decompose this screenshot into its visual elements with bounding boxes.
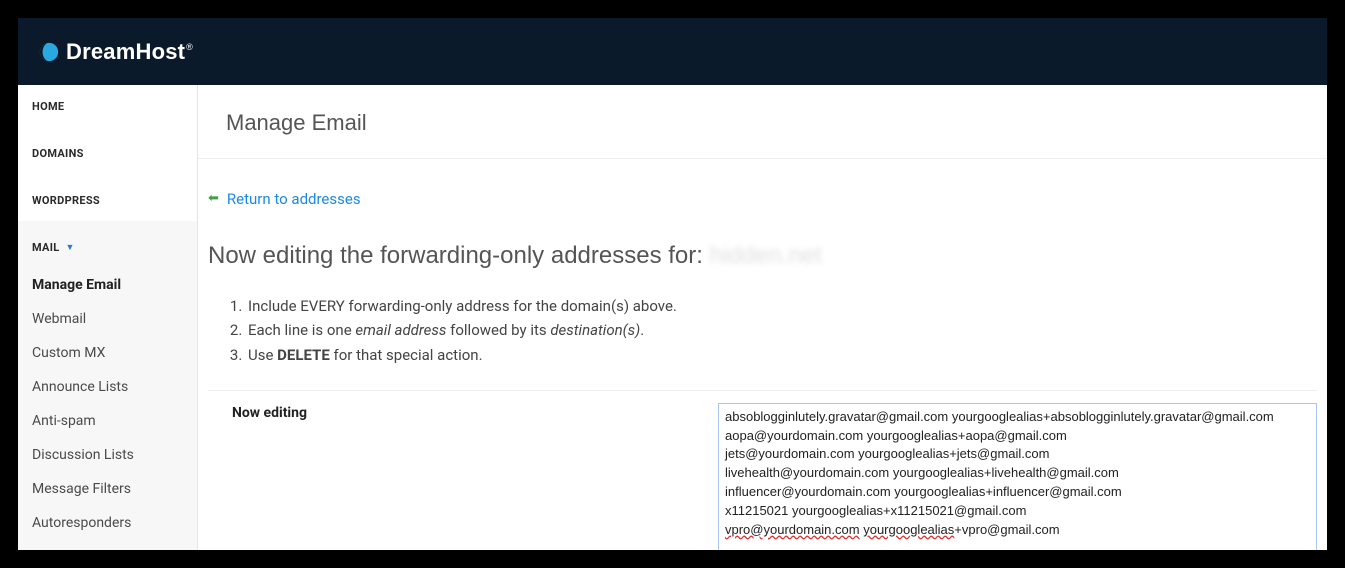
moon-icon — [38, 41, 60, 63]
sidebar-item-message-filters[interactable]: Message Filters — [18, 472, 197, 506]
topbar: DreamHost® — [18, 18, 1327, 85]
sidebar-item-autoresponders[interactable]: Autoresponders — [18, 506, 197, 540]
instruction-item: Each line is one email address followed … — [246, 318, 1317, 343]
sidebar-head-home[interactable]: HOME — [18, 85, 197, 127]
instructions-list: Include EVERY forwarding-only address fo… — [246, 294, 1317, 368]
sidebar-head-wordpress[interactable]: WORDPRESS — [18, 174, 197, 221]
sidebar-item-anti-spam[interactable]: Anti-spam — [18, 404, 197, 438]
page-title: Manage Email — [198, 85, 1327, 159]
sidebar-item-discussion-lists[interactable]: Discussion Lists — [18, 438, 197, 472]
sidebar: HOME DOMAINS WORDPRESS MAIL ▼ Manage Ema… — [18, 85, 198, 550]
domain-blurred: hidden.net — [710, 242, 822, 270]
sidebar-head-mail[interactable]: MAIL ▼ — [18, 221, 197, 268]
brand-logo[interactable]: DreamHost® — [38, 39, 193, 65]
now-editing-label: Now editing — [208, 403, 718, 550]
forwarding-textarea[interactable]: absoblogginlutely.gravatar@gmail.com you… — [718, 403, 1317, 550]
return-link[interactable]: ⬅ Return to addresses — [208, 190, 361, 208]
return-link-text: Return to addresses — [227, 190, 361, 208]
sidebar-item-manage-email[interactable]: Manage Email — [18, 268, 197, 302]
instruction-item: Use DELETE for that special action. — [246, 343, 1317, 368]
sidebar-item-announce-lists[interactable]: Announce Lists — [18, 370, 197, 404]
sidebar-item-webmail[interactable]: Webmail — [18, 302, 197, 336]
main-content: Manage Email ⬅ Return to addresses Now e… — [198, 85, 1327, 550]
sidebar-item-custom-mx[interactable]: Custom MX — [18, 336, 197, 370]
sidebar-head-domains[interactable]: DOMAINS — [18, 127, 197, 174]
arrow-left-icon: ⬅ — [208, 191, 219, 206]
section-heading: Now editing the forwarding-only addresse… — [208, 242, 1317, 270]
caret-down-icon: ▼ — [66, 242, 75, 253]
brand-name: DreamHost® — [66, 39, 193, 65]
instruction-item: Include EVERY forwarding-only address fo… — [246, 294, 1317, 319]
